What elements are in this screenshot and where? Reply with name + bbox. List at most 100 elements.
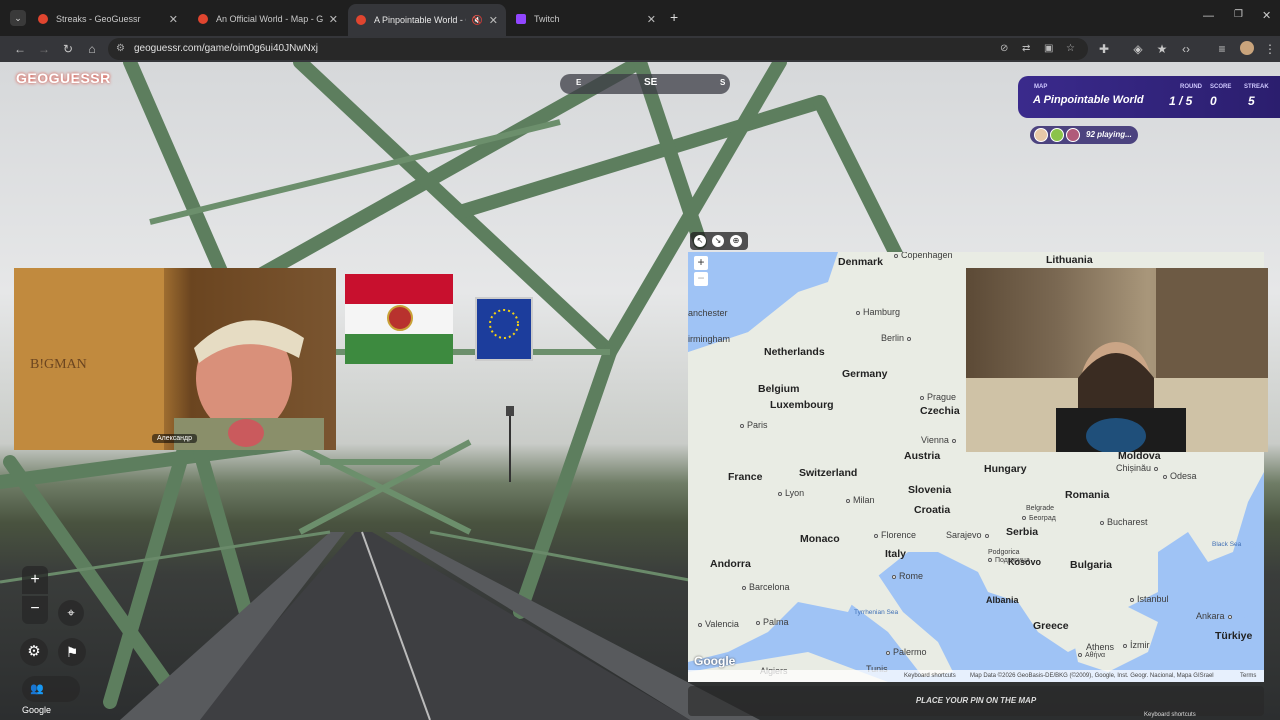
keyboard-shortcuts-link[interactable]: Keyboard shortcuts [904, 670, 956, 682]
bookmark-star-icon[interactable]: ☆ [1066, 38, 1075, 60]
round-value: 1 / 5 [1169, 94, 1193, 108]
map-city: Barcelona [742, 582, 790, 592]
map-label-belgium: Belgium [758, 383, 800, 395]
map-size-controls: ↖ ↘ ⊕ [690, 232, 748, 250]
map-city: irmingham [688, 334, 731, 344]
map-city: Paris [740, 420, 768, 430]
map-city: Milan [846, 495, 875, 505]
round-label: ROUND [1180, 84, 1202, 90]
extensions-icon[interactable]: ✚ [1096, 41, 1112, 57]
avatar [1034, 128, 1048, 142]
map-label-bulgaria: Bulgaria [1070, 559, 1113, 571]
url-text: geoguessr.com/game/oim0g6ui40JNwNxj [134, 43, 318, 54]
tab-twitch[interactable]: Twitch ✕ [508, 6, 664, 32]
eu-sign [475, 297, 533, 361]
close-icon[interactable]: ✕ [489, 14, 498, 27]
zoom-out-button[interactable]: − [22, 596, 48, 624]
map-city: Valencia [698, 619, 739, 629]
geoguessr-favicon-icon [356, 15, 366, 25]
map-label-luxembourg: Luxembourg [770, 399, 834, 411]
svg-text:B!GMAN: B!GMAN [30, 357, 87, 372]
map-label-hungary: Hungary [984, 463, 1027, 475]
geoguessr-logo[interactable]: GEOGUESSR [16, 70, 111, 86]
google-map-logo: Google [694, 654, 736, 668]
map-city: Ankara [1196, 611, 1235, 621]
geoguessr-favicon-icon [198, 14, 208, 24]
home-icon[interactable]: ⌂ [84, 41, 100, 57]
restore-button[interactable]: ❐ [1234, 9, 1243, 20]
map-name: A Pinpointable World [1033, 94, 1144, 106]
tab-pinpointable-world[interactable]: A Pinpointable World - Gam 🔇 ✕ [348, 4, 506, 36]
map-label-turkiye: Türkiye [1215, 630, 1253, 642]
close-icon[interactable]: ✕ [329, 13, 338, 26]
zoom-in-button[interactable]: + [22, 566, 48, 594]
map-city: Belgrade [1026, 505, 1055, 512]
map-label-germany: Germany [842, 368, 888, 380]
close-icon[interactable]: ✕ [169, 13, 178, 26]
return-to-start-icon[interactable]: ⌖ [58, 600, 84, 626]
map-label-czechia: Czechia [920, 405, 960, 417]
webcam-overlay-2 [966, 268, 1268, 452]
install-app-icon[interactable]: ▣ [1044, 38, 1053, 60]
menu-kebab-icon[interactable]: ⋮ [1262, 41, 1278, 57]
tab-label: A Pinpointable World - Gam [374, 15, 466, 25]
map-city: Prague [920, 392, 956, 402]
tab-official-world[interactable]: An Official World - Map - GeoG ✕ [190, 6, 346, 32]
people-icon: 👥 [30, 683, 44, 695]
mute-icon[interactable]: 🔇 [472, 15, 483, 26]
address-bar[interactable]: ⚙ geoguessr.com/game/oim0g6ui40JNwNxj ⊘ … [108, 38, 1088, 60]
close-icon[interactable]: ✕ [647, 13, 656, 26]
tab-manager-icon[interactable]: ≡ [1214, 41, 1230, 57]
map-label-switzerland: Switzerland [799, 467, 858, 479]
geoguessr-game[interactable]: GEOGUESSR E SE S MAP A Pinpointable Worl… [0, 62, 1280, 720]
map-city: Florence [874, 530, 916, 540]
eye-off-icon[interactable]: ⊘ [1000, 38, 1008, 60]
players-online-badge[interactable]: 92 playing... [1030, 126, 1138, 144]
forward-arrow-icon[interactable]: → [36, 41, 52, 57]
map-city: Lyon [778, 488, 804, 498]
map-sea-label: Tyrrhenian Sea [854, 609, 899, 616]
map-city: anchester [688, 308, 728, 318]
hungarian-flag [345, 274, 453, 364]
map-city: Chișinău [1116, 463, 1161, 473]
map-city: Београд [1022, 515, 1056, 522]
tab-label: An Official World - Map - GeoG [216, 14, 323, 24]
reading-list-icon[interactable]: ★ [1154, 41, 1170, 57]
map-city: Palma [756, 617, 789, 627]
twitch-favicon-icon [516, 14, 526, 24]
back-arrow-icon[interactable]: ← [12, 41, 28, 57]
party-members-button[interactable]: 👥 [22, 676, 80, 702]
game-status-bar: MAP A Pinpointable World ROUND 1 / 5 SCO… [1018, 76, 1280, 118]
map-label-italy: Italy [885, 548, 907, 560]
new-tab-button[interactable]: + [670, 9, 678, 25]
webcam-name-label: Александр [152, 434, 198, 443]
map-city: Berlin [881, 333, 914, 343]
map-label-greece: Greece [1033, 620, 1069, 632]
site-info-icon[interactable]: ⚙ [116, 38, 125, 60]
map-city: Odesa [1163, 471, 1197, 481]
profile-avatar[interactable] [1240, 41, 1254, 55]
avatar [1050, 128, 1064, 142]
shrink-map-icon[interactable]: ↘ [712, 235, 724, 247]
score-value: 0 [1210, 94, 1217, 108]
pin-map-icon[interactable]: ⊕ [730, 235, 742, 247]
window-close-button[interactable]: ✕ [1262, 9, 1271, 22]
tab-search-button[interactable]: ⌄ [10, 10, 26, 26]
map-zoom-in-button[interactable]: + [694, 256, 708, 270]
tab-streaks[interactable]: Streaks - GeoGuessr ✕ [30, 6, 186, 32]
street-view-attribution: Keyboard shortcuts [1144, 712, 1196, 718]
map-label-france: France [728, 471, 763, 483]
extension-icon[interactable]: ◈ [1130, 41, 1146, 57]
minimize-button[interactable]: — [1203, 10, 1214, 22]
playing-count: 92 playing... [1086, 130, 1132, 139]
reload-icon[interactable]: ↻ [60, 41, 76, 57]
terms-link[interactable]: Terms [1240, 670, 1256, 682]
map-city: Copenhagen [894, 252, 953, 260]
translate-icon[interactable]: ⇄ [1022, 38, 1030, 60]
compass-east: E [576, 78, 582, 87]
map-zoom-out-button[interactable]: − [694, 272, 708, 286]
settings-gear-icon[interactable]: ⚙ [20, 638, 48, 666]
expand-map-icon[interactable]: ↖ [694, 235, 706, 247]
flag-icon[interactable]: ⚑ [58, 638, 86, 666]
devtools-icon[interactable]: ‹› [1178, 41, 1194, 57]
